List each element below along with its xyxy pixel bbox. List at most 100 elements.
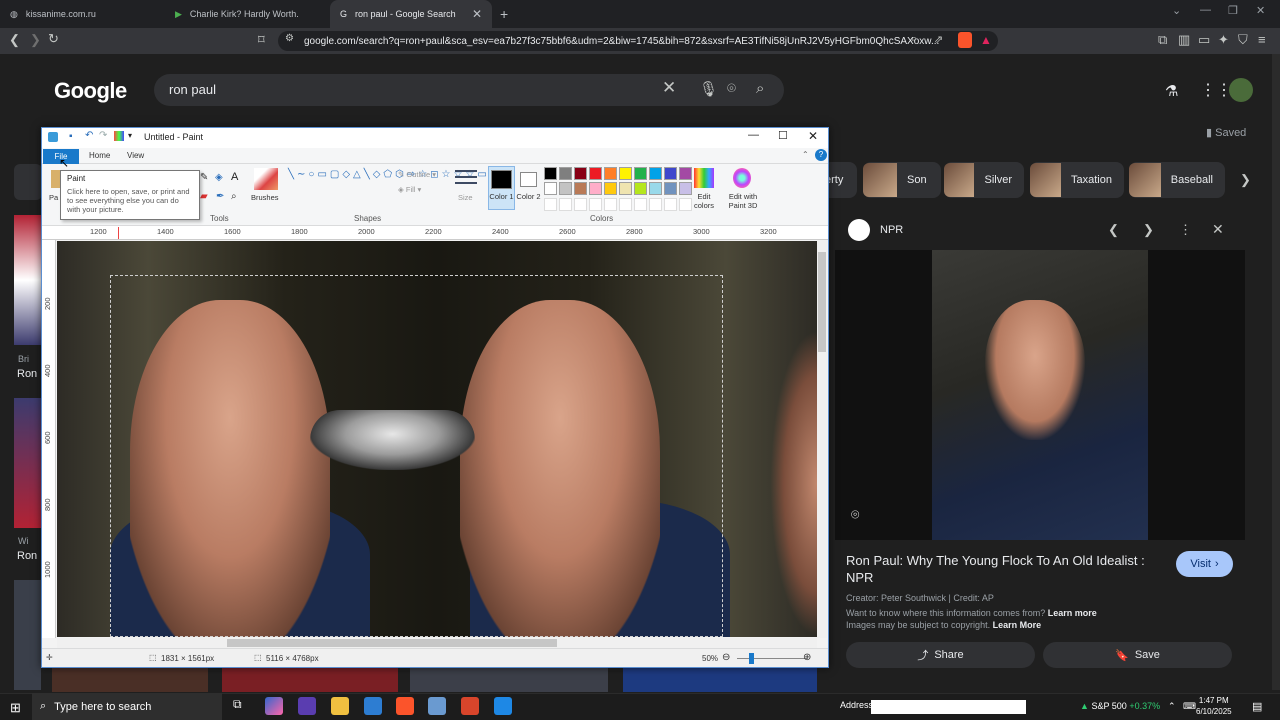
address-bar[interactable]: google.com/search?q=ron+paul&sca_esv=ea7…	[278, 31, 998, 51]
palette-swatch-empty[interactable]	[574, 197, 587, 211]
stock-widget[interactable]: ▲ S&P 500 +0.37%	[1080, 701, 1160, 711]
copilot-icon[interactable]	[265, 697, 283, 715]
restore-icon[interactable]: ❐	[1228, 4, 1238, 17]
notifications-icon[interactable]: ▤	[1252, 700, 1262, 713]
paint-close-icon[interactable]: ✕	[808, 129, 818, 143]
keyboard-icon[interactable]: ⌨	[1183, 701, 1196, 712]
customize-qat-icon[interactable]: ▾	[128, 131, 132, 140]
palette-swatch[interactable]	[604, 182, 617, 196]
palette-swatch[interactable]	[634, 182, 647, 196]
lens-search-icon[interactable]: ⌾	[851, 506, 859, 523]
zoom-out-icon[interactable]: ⊖	[722, 652, 730, 663]
result-thumbnail[interactable]	[410, 668, 608, 692]
prev-icon[interactable]: ❮	[1108, 222, 1119, 238]
save-button[interactable]: 🔖 Save	[1043, 642, 1232, 668]
magnifier-icon[interactable]: ⌕	[231, 191, 237, 202]
paint-app-icon[interactable]	[48, 132, 58, 142]
next-icon[interactable]: ❯	[1143, 222, 1154, 238]
app-icon[interactable]	[298, 697, 316, 715]
share-icon[interactable]: ⇗	[934, 33, 943, 46]
palette-swatch[interactable]	[544, 182, 557, 196]
search-input[interactable]: ron paul	[169, 82, 216, 97]
result-thumbnail[interactable]	[623, 668, 817, 692]
palette-swatch[interactable]	[649, 182, 662, 196]
chip-son[interactable]: Son	[863, 162, 941, 198]
sidebar-icon[interactable]: ▥	[1178, 32, 1190, 48]
site-info-icon[interactable]: ⚙	[285, 33, 294, 44]
taskbar-clock[interactable]: 1:47 PM 6/10/2025	[1196, 695, 1232, 717]
redo-icon[interactable]: ↷	[99, 130, 107, 141]
app-icon[interactable]	[461, 697, 479, 715]
result-thumbnail[interactable]	[14, 398, 41, 528]
shapes-gallery[interactable]: ╲∼○▭▢◇△╲◇⬠⬡⇨☆◻☆☆☆▭○⌒	[288, 168, 509, 208]
zoom-slider[interactable]	[737, 658, 807, 659]
palette-swatch[interactable]	[589, 167, 602, 180]
paint-maximize-icon[interactable]: ☐	[778, 129, 788, 142]
extensions-icon[interactable]: ⧉	[1158, 32, 1167, 48]
palette-swatch-empty[interactable]	[589, 197, 602, 211]
app-icon[interactable]	[494, 697, 512, 715]
palette-swatch[interactable]	[559, 182, 572, 196]
avatar[interactable]	[1229, 78, 1253, 102]
palette-swatch[interactable]	[679, 167, 692, 180]
palette-swatch[interactable]	[589, 182, 602, 196]
palette-swatch-empty[interactable]	[634, 197, 647, 211]
palette-swatch[interactable]	[559, 167, 572, 180]
palette-swatch[interactable]	[574, 182, 587, 196]
visit-button[interactable]: Visit ›	[1176, 551, 1233, 577]
wallet-icon[interactable]: ▭	[1198, 32, 1210, 48]
result-thumbnail[interactable]	[222, 668, 398, 692]
search-box[interactable]	[154, 74, 784, 106]
palette-swatch-empty[interactable]	[649, 197, 662, 211]
eraser-icon[interactable]: ▰	[200, 191, 208, 202]
brave-icon[interactable]	[396, 697, 414, 715]
result-title[interactable]: Ron	[17, 550, 37, 562]
lens-icon[interactable]: ⌾	[727, 80, 736, 97]
panel-title[interactable]: Ron Paul: Why The Young Flock To An Old …	[846, 552, 1166, 586]
search-icon[interactable]: ⌕	[756, 80, 764, 97]
address-toolbar-input[interactable]	[871, 700, 1026, 714]
chips-next-icon[interactable]: ❯	[1240, 172, 1251, 188]
tab-search-icon[interactable]: ⌄	[1172, 4, 1181, 17]
canvas-vertical-scrollbar[interactable]	[817, 240, 827, 638]
reload-icon[interactable]: ↻	[48, 31, 59, 47]
minimize-ribbon-icon[interactable]: ⌃	[802, 150, 809, 159]
chip-taxation[interactable]: Taxation	[1030, 162, 1124, 198]
back-icon[interactable]: ❮	[9, 32, 20, 48]
quick-access-icon[interactable]	[114, 131, 124, 141]
rewards-icon[interactable]: ▲	[980, 33, 992, 47]
hscroll-thumb[interactable]	[227, 639, 557, 647]
fill-icon[interactable]: ◈	[215, 172, 223, 183]
close-tab-icon[interactable]: ✕	[472, 7, 482, 21]
result-thumbnail[interactable]	[52, 668, 208, 692]
result-thumbnail[interactable]	[14, 215, 41, 345]
palette-swatch-empty[interactable]	[559, 197, 572, 211]
result-thumbnail[interactable]	[14, 580, 41, 690]
palette-swatch[interactable]	[664, 167, 677, 180]
windows-start-icon[interactable]: ⊞	[10, 700, 21, 716]
menu-icon[interactable]: ≡	[1258, 32, 1266, 47]
more-options-icon[interactable]: ⋮	[1179, 222, 1192, 238]
paint-taskbar-icon[interactable]	[428, 697, 446, 715]
edit-colors-icon[interactable]	[694, 168, 714, 188]
apps-icon[interactable]: ⋮⋮	[1200, 80, 1232, 100]
palette-swatch[interactable]	[604, 167, 617, 180]
google-logo[interactable]: Google	[54, 78, 127, 104]
save-icon[interactable]: ▪	[69, 131, 73, 142]
zoom-slider-thumb[interactable]	[749, 653, 754, 664]
page-scrollbar[interactable]	[1272, 54, 1280, 690]
share-button[interactable]: ⤴ Share	[846, 642, 1035, 668]
zoom-in-icon[interactable]: ⊕	[803, 652, 811, 663]
palette-swatch[interactable]	[634, 167, 647, 180]
pencil-icon[interactable]: ✎	[200, 172, 208, 183]
leo-icon[interactable]: ✦	[1218, 32, 1229, 48]
tray-chevron-icon[interactable]: ⌃	[1168, 701, 1176, 712]
color-picker-icon[interactable]: ✒	[216, 191, 224, 202]
clear-icon[interactable]: ✕	[662, 78, 676, 98]
palette-swatch[interactable]	[619, 182, 632, 196]
result-title[interactable]: Ron	[17, 368, 37, 380]
tab-google-search[interactable]: G ron paul - Google Search ✕	[330, 0, 492, 28]
size-icon[interactable]	[455, 170, 477, 188]
text-icon[interactable]: A	[231, 171, 238, 183]
color2-swatch[interactable]	[520, 172, 537, 187]
